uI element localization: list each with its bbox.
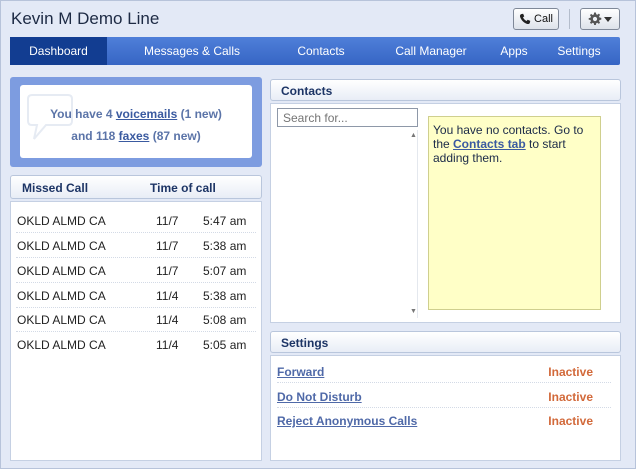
- app-window: Kevin M Demo Line Call Dashboard Message…: [0, 0, 636, 469]
- tab-contacts[interactable]: Contacts: [286, 37, 356, 65]
- summary-card: You have 4 voicemails (1 new) and 118 fa…: [10, 77, 262, 167]
- contacts-tab-link[interactable]: Contacts tab: [453, 137, 526, 151]
- tab-apps[interactable]: Apps: [493, 37, 535, 65]
- app-title: Kevin M Demo Line: [11, 9, 160, 28]
- summary-inner: You have 4 voicemails (1 new) and 118 fa…: [20, 85, 252, 158]
- column-header-missed-call: Missed Call: [22, 181, 89, 195]
- missed-calls-list: OKLD ALMD CA 11/7 5:47 am OKLD ALMD CA 1…: [10, 201, 262, 461]
- setting-row-forward: Forward Inactive: [277, 359, 611, 383]
- settings-panel-title: Settings: [270, 331, 621, 353]
- table-row[interactable]: OKLD ALMD CA 11/4 5:05 am: [16, 332, 256, 357]
- header: Kevin M Demo Line Call: [1, 1, 635, 37]
- status-badge: Inactive: [548, 390, 593, 404]
- main-nav: Dashboard Messages & Calls Contacts Call…: [10, 37, 620, 65]
- missed-calls-header: Missed Call Time of call: [10, 175, 262, 199]
- voicemails-link[interactable]: voicemails: [116, 107, 177, 121]
- settings-menu-button[interactable]: [580, 8, 620, 30]
- settings-panel: Forward Inactive Do Not Disturb Inactive…: [270, 355, 621, 461]
- status-badge: Inactive: [548, 414, 593, 428]
- setting-row-reject-anonymous: Reject Anonymous Calls Inactive: [277, 408, 611, 432]
- call-button-label: Call: [534, 13, 553, 25]
- contacts-list[interactable]: ▲ ▼: [277, 130, 418, 318]
- call-button[interactable]: Call: [513, 8, 559, 30]
- table-row[interactable]: OKLD ALMD CA 11/4 5:38 am: [16, 283, 256, 308]
- tab-messages-calls[interactable]: Messages & Calls: [132, 37, 252, 65]
- do-not-disturb-link[interactable]: Do Not Disturb: [277, 390, 362, 404]
- reject-anonymous-calls-link[interactable]: Reject Anonymous Calls: [277, 414, 417, 428]
- fax-summary: and 118 faxes (87 new): [71, 129, 201, 143]
- table-row[interactable]: OKLD ALMD CA 11/4 5:08 am: [16, 307, 256, 332]
- table-row[interactable]: OKLD ALMD CA 11/7 5:07 am: [16, 258, 256, 283]
- gear-icon: [588, 12, 602, 26]
- forward-link[interactable]: Forward: [277, 365, 324, 379]
- faxes-link[interactable]: faxes: [119, 129, 150, 143]
- header-divider: [569, 9, 570, 29]
- tab-call-manager[interactable]: Call Manager: [386, 37, 476, 65]
- table-row[interactable]: OKLD ALMD CA 11/7 5:47 am: [16, 208, 256, 233]
- voicemail-summary: You have 4 voicemails (1 new): [50, 107, 222, 121]
- column-header-time: Time of call: [150, 181, 216, 195]
- tab-settings[interactable]: Settings: [551, 37, 607, 65]
- chevron-down-icon: [604, 16, 612, 22]
- tab-dashboard[interactable]: Dashboard: [10, 37, 107, 65]
- scroll-up-arrow-icon[interactable]: ▲: [410, 132, 417, 139]
- contacts-panel: ▲ ▼ You have no contacts. Go to the Cont…: [270, 103, 621, 323]
- setting-row-do-not-disturb: Do Not Disturb Inactive: [277, 384, 611, 408]
- status-badge: Inactive: [548, 365, 593, 379]
- contacts-search-input[interactable]: [277, 108, 418, 127]
- scroll-down-arrow-icon[interactable]: ▼: [410, 308, 417, 315]
- phone-icon: [519, 13, 531, 25]
- contacts-panel-title: Contacts: [270, 79, 621, 101]
- no-contacts-notice: You have no contacts. Go to the Contacts…: [428, 116, 601, 310]
- table-row[interactable]: OKLD ALMD CA 11/7 5:38 am: [16, 233, 256, 258]
